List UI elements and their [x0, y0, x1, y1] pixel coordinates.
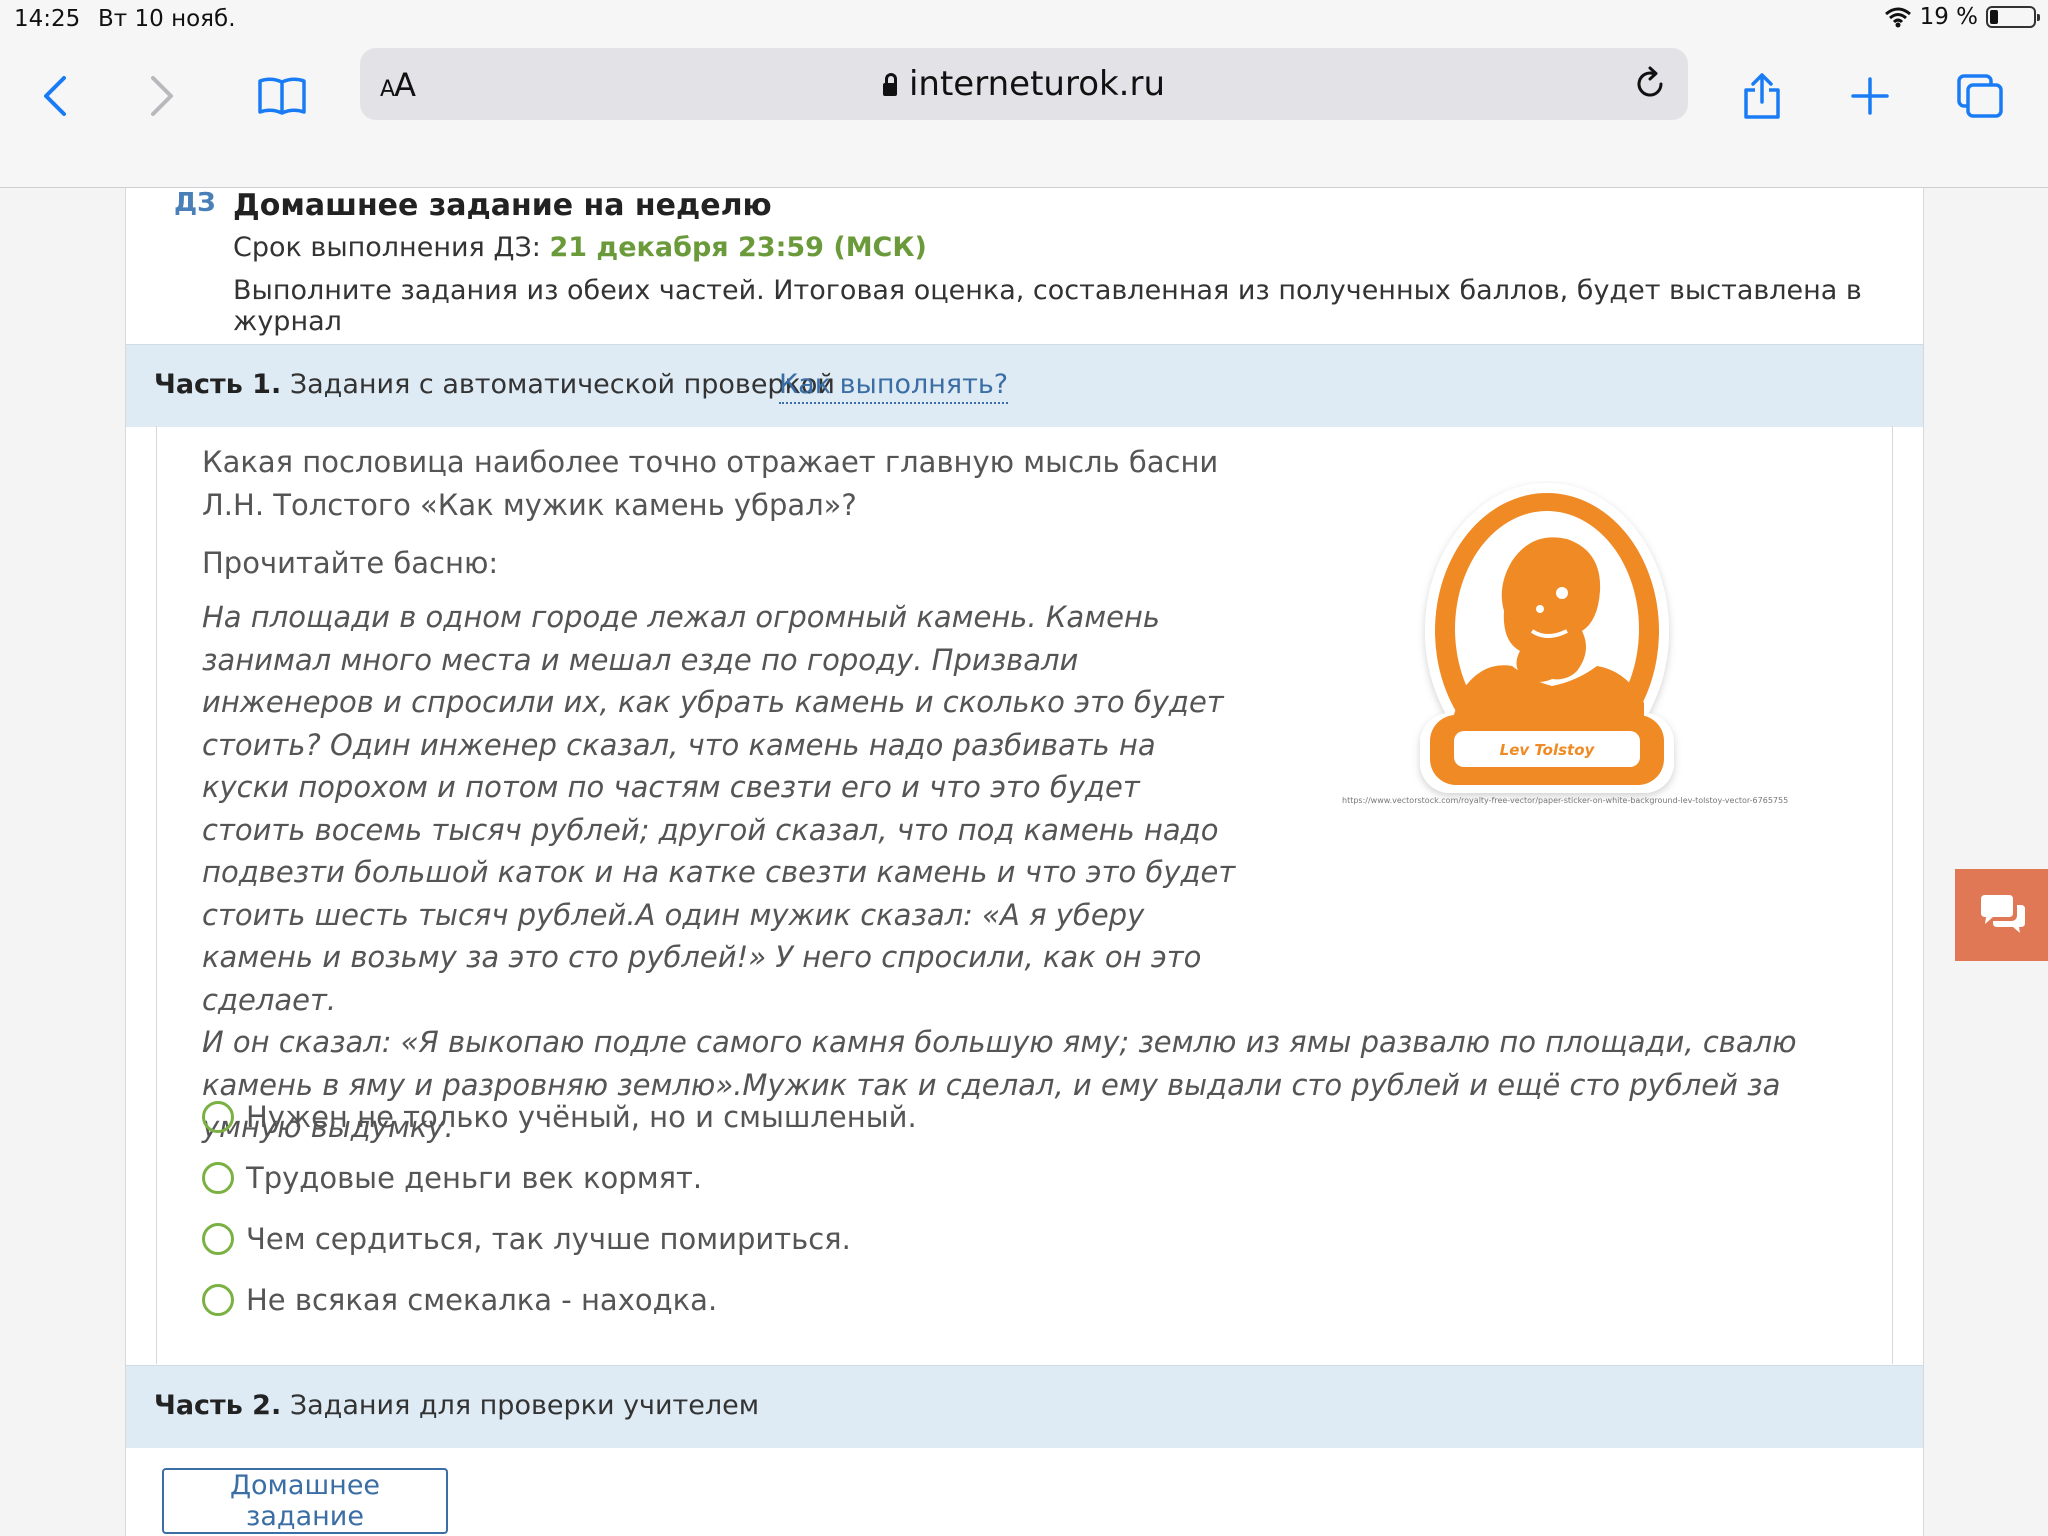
status-date: Вт 10 нояб. — [98, 6, 236, 32]
part1-title: Задания с автоматической проверкой — [289, 369, 835, 400]
answer-option-text: Не всякая смекалка - находка. — [246, 1282, 718, 1317]
answer-option-1[interactable]: Нужен не только учёный, но и смышленый. — [202, 1086, 917, 1147]
battery-icon — [1986, 6, 2040, 28]
deadline-label: Срок выполнения ДЗ: — [233, 232, 541, 263]
homework-button[interactable]: Домашнее задание — [162, 1468, 448, 1534]
lock-icon — [882, 73, 897, 96]
bookmarks-button[interactable] — [252, 66, 312, 126]
page-content: ДЗ Домашнее задание на неделю Срок выпол… — [125, 188, 1924, 1536]
image-source-caption: https://www.vectorstock.com/royalty-free… — [1342, 796, 1789, 805]
status-bar: 14:25 Вт 10 нояб. 19 % — [0, 0, 2048, 44]
part1-label: Часть 1. Задания с автоматической провер… — [154, 369, 835, 400]
part2-number: Часть 2. — [154, 1390, 282, 1421]
radio-button[interactable] — [202, 1222, 234, 1255]
share-button[interactable] — [1732, 66, 1792, 126]
chat-icon — [1980, 895, 2025, 933]
forward-icon — [151, 76, 173, 116]
new-tab-button[interactable] — [1840, 66, 1900, 126]
bookmarks-icon — [258, 77, 306, 115]
address-bar[interactable]: AA interneturok.ru — [360, 48, 1688, 120]
answer-option-text: Нужен не только учёный, но и смышленый. — [246, 1099, 917, 1134]
part2-header: Часть 2. Задания для проверки учителем — [126, 1365, 1923, 1448]
task-prompt: Прочитайте басню: — [202, 546, 499, 580]
share-icon — [1744, 73, 1780, 119]
url-text: interneturok.ru — [908, 64, 1166, 104]
fable-text-part1: На площади в одном городе лежал огромный… — [202, 600, 1236, 1017]
battery-percent: 19 % — [1919, 4, 1978, 30]
forward-button[interactable] — [132, 66, 192, 126]
part2-title: Задания для проверки учителем — [289, 1390, 760, 1421]
sticker-label: Lev Tolstoy — [1500, 741, 1596, 759]
answer-option-3[interactable]: Чем сердиться, так лучше помириться. — [202, 1208, 917, 1269]
homework-deadline: Срок выполнения ДЗ: 21 декабря 23:59 (МС… — [233, 232, 927, 263]
url-display[interactable]: interneturok.ru — [360, 64, 1688, 104]
part1-header: Часть 1. Задания с автоматической провер… — [126, 344, 1923, 427]
chat-button[interactable] — [1955, 869, 2048, 961]
radio-button[interactable] — [202, 1283, 234, 1316]
task-question: Какая пословица наиболее точно отражает … — [202, 445, 1219, 522]
reload-icon[interactable] — [1632, 66, 1668, 102]
status-time: 14:25 — [14, 6, 81, 32]
new-tab-icon — [1851, 77, 1889, 115]
part1-number: Часть 1. — [154, 369, 282, 400]
deadline-value: 21 декабря 23:59 (МСК) — [549, 232, 927, 263]
tabs-icon — [1957, 74, 2003, 118]
homework-title: Домашнее задание на неделю — [233, 188, 772, 223]
tolstoy-sticker-image: Lev Tolstoy — [1420, 483, 1674, 793]
answer-option-text: Трудовые деньги век кормят. — [246, 1160, 703, 1195]
answer-option-text: Чем сердиться, так лучше помириться. — [246, 1221, 851, 1256]
status-indicators: 19 % — [1884, 4, 2040, 30]
radio-button[interactable] — [202, 1100, 234, 1133]
wifi-icon — [1884, 7, 1911, 28]
back-button[interactable] — [25, 66, 85, 126]
back-icon — [44, 76, 66, 116]
answer-option-4[interactable]: Не всякая смекалка - находка. — [202, 1269, 917, 1330]
battery-level — [1990, 10, 1998, 24]
how-to-link[interactable]: Как выполнять? — [779, 369, 1009, 404]
task-card: Какая пословица наиболее точно отражает … — [156, 426, 1893, 1364]
answer-option-2[interactable]: Трудовые деньги век кормят. — [202, 1147, 917, 1208]
tabs-button[interactable] — [1950, 66, 2010, 126]
homework-tag: ДЗ — [174, 188, 216, 218]
homework-description: Выполните задания из обеих частей. Итого… — [233, 275, 1862, 337]
answer-options: Нужен не только учёный, но и смышленый. … — [202, 1086, 917, 1330]
radio-button[interactable] — [202, 1161, 234, 1194]
browser-toolbar: AA interneturok.ru — [0, 44, 2048, 188]
part2-label: Часть 2. Задания для проверки учителем — [154, 1390, 759, 1421]
